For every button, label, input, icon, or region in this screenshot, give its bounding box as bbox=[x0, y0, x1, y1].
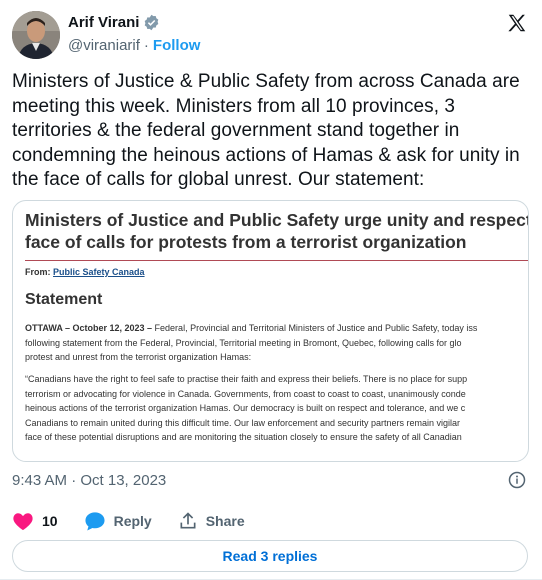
author-name-row: Arif Virani bbox=[68, 14, 160, 31]
document-heading: Statement bbox=[25, 291, 103, 308]
reply-button[interactable]: Reply bbox=[84, 511, 152, 531]
author-name[interactable]: Arif Virani bbox=[68, 14, 139, 31]
avatar[interactable] bbox=[12, 11, 60, 59]
x-logo-icon[interactable] bbox=[506, 12, 528, 34]
handle-row: @viraniarif · Follow bbox=[68, 37, 200, 54]
reply-bubble-icon bbox=[84, 511, 106, 531]
document-paragraph-2-line-2: terrorism or advocating for violence in … bbox=[25, 388, 466, 399]
dateline: OTTAWA – October 12, 2023 – bbox=[25, 323, 153, 333]
document-paragraph-2-line-1: “Canadians have the right to feel safe t… bbox=[25, 374, 468, 384]
document-paragraph-1-line-3: protest and unrest from the terrorist or… bbox=[25, 352, 252, 362]
document-source: From: Public Safety Canada bbox=[25, 267, 145, 277]
read-replies-button[interactable]: Read 3 replies bbox=[12, 540, 528, 572]
action-bar: 10 Reply Share bbox=[12, 511, 271, 531]
share-label: Share bbox=[205, 513, 245, 529]
statement-document: Ministers of Justice and Public Safety u… bbox=[25, 209, 529, 442]
document-paragraph-2-line-4: Canadians to remain united during this d… bbox=[25, 417, 461, 428]
heart-icon bbox=[12, 511, 34, 531]
document-divider bbox=[25, 260, 528, 261]
share-upload-icon bbox=[178, 511, 198, 531]
document-paragraph-2-line-3: heinous actions of the terrorist organiz… bbox=[25, 403, 466, 413]
document-title-line-1: Ministers of Justice and Public Safety u… bbox=[25, 210, 529, 230]
author-handle[interactable]: @viraniarif bbox=[68, 37, 140, 54]
tweet-card: Arif Virani @viraniarif · Follow Ministe… bbox=[0, 0, 542, 580]
document-paragraph-1-line-1: OTTAWA – October 12, 2023 – Federal, Pro… bbox=[25, 321, 528, 336]
follow-button[interactable]: Follow bbox=[153, 37, 201, 54]
source-label: From: bbox=[25, 267, 51, 277]
tweet-timestamp[interactable]: 9:43 AM · Oct 13, 2023 bbox=[12, 472, 166, 489]
separator-dot: · bbox=[143, 37, 149, 54]
verified-badge-icon bbox=[143, 14, 160, 31]
document-paragraph-1-line-2: following statement from the Federal, Pr… bbox=[25, 337, 462, 348]
document-title-line-2: face of calls for protests from a terror… bbox=[25, 232, 467, 252]
info-icon[interactable] bbox=[508, 471, 526, 489]
like-button[interactable]: 10 bbox=[12, 511, 58, 531]
document-paragraph-2-line-5: face of these potential disruptions and … bbox=[25, 432, 462, 442]
source-link: Public Safety Canada bbox=[53, 267, 145, 277]
like-count: 10 bbox=[42, 513, 58, 529]
media-image[interactable]: Ministers of Justice and Public Safety u… bbox=[12, 200, 529, 462]
reply-label: Reply bbox=[113, 513, 152, 529]
share-button[interactable]: Share bbox=[178, 511, 245, 531]
paragraph-text: Federal, Provincial and Territorial Mini… bbox=[152, 323, 478, 333]
tweet-text: Ministers of Justice & Public Safety fro… bbox=[12, 71, 520, 190]
